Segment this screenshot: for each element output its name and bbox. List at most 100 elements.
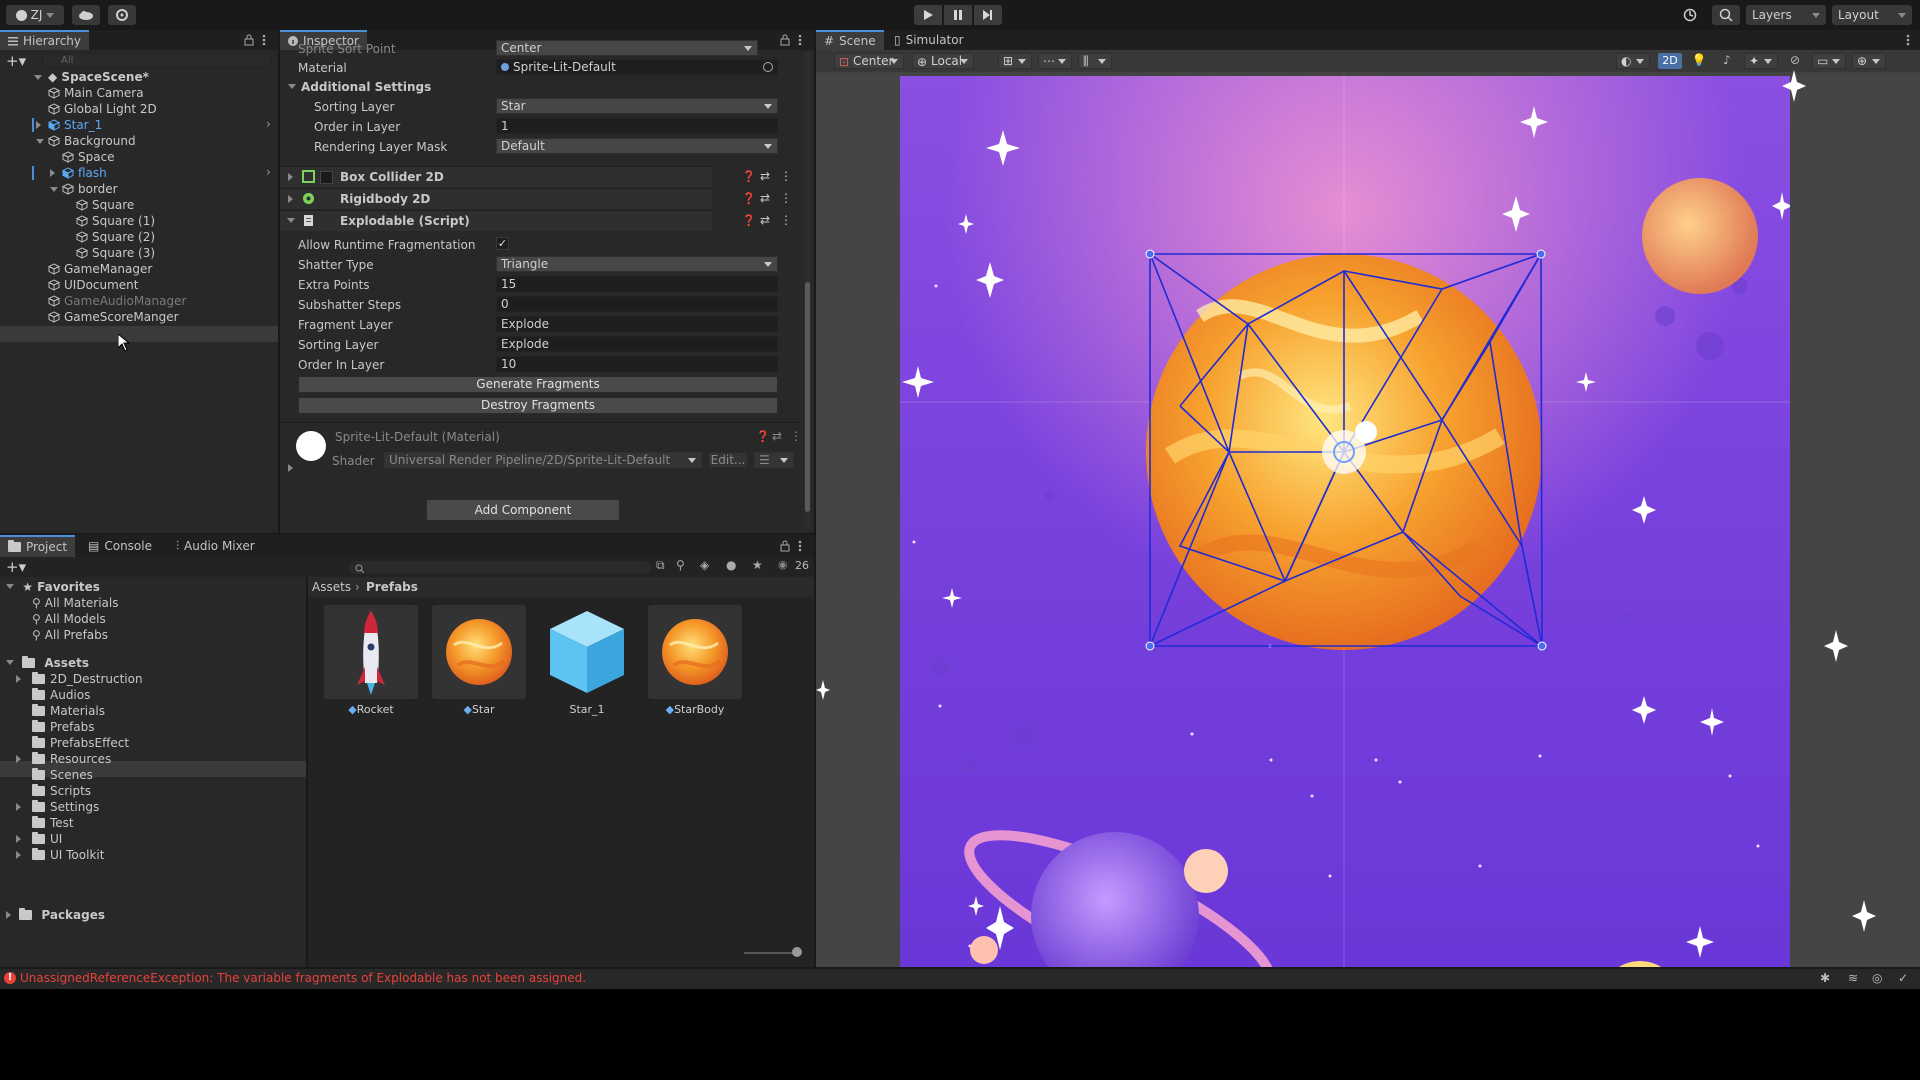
lock-icon[interactable]: [780, 540, 790, 552]
more-menu-icon[interactable]: [262, 34, 266, 46]
search-button[interactable]: [1712, 5, 1740, 25]
star-icon[interactable]: ★: [752, 558, 763, 572]
fragment-sorting-layer-field[interactable]: Explode: [496, 336, 778, 352]
hierarchy-item[interactable]: Square (1): [76, 213, 155, 229]
folder-item[interactable]: UI: [16, 831, 62, 847]
tab-simulator[interactable]: ▯ Simulator: [886, 30, 972, 50]
hierarchy-item[interactable]: border: [50, 181, 118, 197]
hierarchy-item[interactable]: Background: [36, 133, 136, 149]
rigidbody-header[interactable]: Rigidbody 2D ❓ ⇄ ⋮: [280, 188, 792, 209]
add-component-button[interactable]: Add Component: [426, 499, 620, 521]
hierarchy-item[interactable]: Square (2): [76, 229, 155, 245]
expand-arrow-icon[interactable]: [16, 675, 21, 683]
account-dropdown[interactable]: ZJ: [6, 5, 64, 25]
folder-item[interactable]: Audios: [22, 687, 90, 703]
rendering-layer-mask-dropdown[interactable]: Default: [496, 138, 778, 154]
create-button[interactable]: +▾: [6, 558, 26, 576]
open-prefab-arrow-icon[interactable]: ›: [266, 117, 271, 131]
draw-mode-dropdown[interactable]: ◐: [1616, 53, 1650, 69]
folder-item[interactable]: Settings: [16, 799, 99, 815]
material-field[interactable]: Sprite-Lit-Default: [496, 59, 778, 75]
db-icon[interactable]: ≋: [1848, 971, 1858, 985]
increment-snap-dropdown[interactable]: ⫼: [1078, 53, 1112, 69]
additional-settings-foldout[interactable]: Additional Settings: [288, 80, 431, 94]
breadcrumb-assets[interactable]: Assets: [312, 580, 351, 594]
hierarchy-item[interactable]: Star_1: [36, 117, 102, 133]
box-collider-header[interactable]: Box Collider 2D ❓ ⇄ ⋮: [280, 166, 792, 187]
enabled-checkbox[interactable]: [320, 171, 333, 184]
step-button[interactable]: [974, 5, 1002, 25]
help-icon[interactable]: ❓: [742, 214, 756, 227]
grid-visibility-dropdown[interactable]: ⋯: [1038, 53, 1072, 69]
folder-item[interactable]: Test: [22, 815, 74, 831]
hierarchy-item[interactable]: GameAudioManager: [48, 293, 186, 309]
folder-item[interactable]: Resources: [16, 751, 111, 767]
eye-icon[interactable]: ◉: [778, 558, 788, 571]
expand-arrow-icon[interactable]: [16, 835, 21, 843]
bug-icon[interactable]: ✱: [1820, 971, 1830, 985]
allow-runtime-checkbox[interactable]: ✓: [496, 237, 509, 250]
label-icon[interactable]: ◈: [700, 558, 709, 572]
component-menu-icon[interactable]: ⋮: [780, 169, 792, 183]
fragment-order-field[interactable]: 10: [496, 356, 778, 372]
warning-icon[interactable]: ●: [726, 558, 736, 572]
fragment-layer-field[interactable]: Explode: [496, 316, 778, 332]
component-menu-icon[interactable]: ⋮: [780, 213, 792, 227]
shader-edit-button[interactable]: Edit...: [708, 452, 748, 468]
layout-dropdown[interactable]: Layout: [1832, 5, 1912, 25]
shader-options-dropdown[interactable]: ☰: [754, 452, 794, 468]
hierarchy-item[interactable]: UIDocument: [48, 277, 139, 293]
effects-dropdown[interactable]: ✦: [1744, 53, 1778, 69]
search-by-type-icon[interactable]: ⧉: [656, 558, 665, 573]
scene-root[interactable]: ◆ SpaceScene*: [34, 69, 149, 85]
hierarchy-item[interactable]: GameManager: [48, 261, 152, 277]
2d-toggle-button[interactable]: 2D: [1658, 53, 1682, 69]
layers-dropdown[interactable]: Layers: [1746, 5, 1826, 25]
collab-button[interactable]: [108, 5, 136, 25]
expand-arrow-icon[interactable]: [16, 851, 21, 859]
breadcrumb-prefabs[interactable]: Prefabs: [366, 580, 418, 594]
lock-icon[interactable]: [244, 34, 254, 46]
inspector-scrollbar[interactable]: [804, 52, 811, 530]
preset-icon[interactable]: ⇄: [760, 213, 770, 227]
project-search-input[interactable]: [348, 560, 652, 575]
folder-item[interactable]: Scenes: [22, 767, 93, 783]
favorite-item[interactable]: ⚲ All Prefabs: [32, 627, 108, 643]
shader-dropdown[interactable]: Universal Render Pipeline/2D/Sprite-Lit-…: [384, 452, 702, 468]
cache-icon[interactable]: ◎: [1872, 971, 1882, 985]
space-background[interactable]: [900, 76, 1790, 967]
grid-snap-dropdown[interactable]: ⊞: [998, 53, 1032, 69]
generate-fragments-button[interactable]: Generate Fragments: [298, 376, 778, 393]
collapse-arrow-icon[interactable]: [50, 169, 55, 177]
pause-button[interactable]: [944, 5, 972, 25]
folder-item[interactable]: Materials: [22, 703, 105, 719]
scene-visibility-icon[interactable]: ⊘: [1784, 53, 1806, 69]
component-menu-icon[interactable]: ⋮: [780, 191, 792, 205]
sprite-sort-point-dropdown[interactable]: Center: [496, 40, 758, 56]
more-menu-icon[interactable]: [1906, 34, 1910, 46]
tab-scene[interactable]: # Scene: [816, 30, 884, 50]
component-menu-icon[interactable]: ⋮: [790, 429, 802, 443]
packages-foldout[interactable]: Packages: [6, 907, 105, 923]
preset-icon[interactable]: ⇄: [772, 429, 782, 443]
extra-points-field[interactable]: 15: [496, 276, 778, 292]
expand-arrow-icon[interactable]: [16, 755, 21, 763]
collapse-arrow-icon[interactable]: [36, 121, 41, 129]
expand-arrow-icon[interactable]: [36, 139, 44, 144]
order-in-layer-field[interactable]: 1: [496, 118, 778, 134]
cloud-button[interactable]: [72, 5, 100, 25]
tab-audio-mixer[interactable]: ⫶ Audio Mixer: [168, 535, 263, 557]
hierarchy-item[interactable]: Square (3): [76, 245, 155, 261]
asset-star-1[interactable]: [540, 605, 634, 699]
help-icon[interactable]: ❓: [742, 170, 756, 183]
asset-starbody[interactable]: [648, 605, 742, 699]
add-button[interactable]: +▾: [6, 52, 26, 70]
audio-toggle-icon[interactable]: ♪: [1716, 53, 1738, 69]
console-error-message[interactable]: UnassignedReferenceException: The variab…: [20, 971, 586, 985]
folder-item[interactable]: PrefabsEffect: [22, 735, 129, 751]
folder-item[interactable]: 2D_Destruction: [16, 671, 143, 687]
subshatter-steps-field[interactable]: 0: [496, 296, 778, 312]
zoom-slider-handle[interactable]: [792, 947, 802, 957]
asset-star[interactable]: [432, 605, 526, 699]
folder-item[interactable]: Scripts: [22, 783, 91, 799]
